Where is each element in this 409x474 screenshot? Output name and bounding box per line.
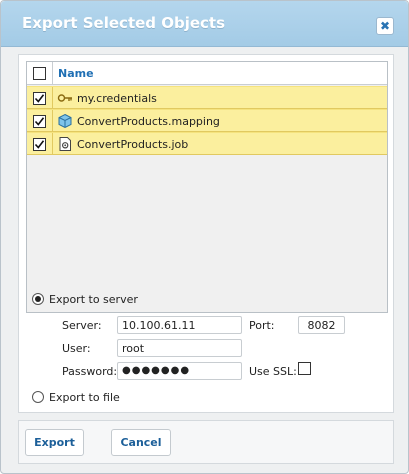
export-button[interactable]: Export bbox=[25, 429, 84, 456]
password-label: Password: bbox=[62, 365, 118, 378]
export-panel: Name my.credentials ConvertProducts.mapp… bbox=[18, 54, 394, 413]
user-input[interactable]: root bbox=[117, 339, 242, 357]
cancel-button[interactable]: Cancel bbox=[111, 429, 171, 456]
checkmark-icon bbox=[34, 140, 45, 149]
export-to-server-radio[interactable] bbox=[32, 293, 44, 305]
export-to-file-label[interactable]: Export to file bbox=[49, 391, 120, 404]
dialog-title: Export Selected Objects bbox=[22, 14, 226, 32]
checkmark-icon bbox=[34, 94, 45, 103]
server-label: Server: bbox=[62, 319, 102, 332]
close-icon[interactable]: ✖ bbox=[376, 17, 394, 35]
column-divider bbox=[52, 110, 53, 131]
grid-row[interactable]: ConvertProducts.job bbox=[27, 132, 387, 155]
use-ssl-label: Use SSL: bbox=[249, 365, 297, 378]
export-to-file-radio[interactable] bbox=[32, 391, 44, 403]
use-ssl-checkbox[interactable] bbox=[298, 362, 311, 375]
name-column-header[interactable]: Name bbox=[58, 67, 94, 80]
mapping-cube-icon bbox=[58, 113, 72, 129]
password-input[interactable]: ●●●●●●● bbox=[117, 362, 242, 380]
export-to-server-label[interactable]: Export to server bbox=[49, 293, 138, 306]
grid-row[interactable]: my.credentials bbox=[27, 86, 387, 109]
server-input[interactable]: 10.100.61.11 bbox=[117, 316, 242, 334]
column-divider bbox=[52, 62, 53, 84]
port-input[interactable]: 8082 bbox=[298, 316, 345, 334]
grid-row[interactable]: ConvertProducts.mapping bbox=[27, 109, 387, 132]
port-label: Port: bbox=[249, 319, 275, 332]
row-checkbox[interactable] bbox=[33, 115, 46, 128]
checkmark-icon bbox=[34, 117, 45, 126]
row-label: my.credentials bbox=[77, 92, 157, 105]
dialog-footer: Export Cancel bbox=[18, 420, 394, 464]
job-gear-icon bbox=[59, 137, 71, 151]
row-checkbox[interactable] bbox=[33, 92, 46, 105]
column-divider bbox=[52, 133, 53, 154]
row-label: ConvertProducts.mapping bbox=[77, 115, 220, 128]
export-dialog: Export Selected Objects ✖ Name my.creden… bbox=[0, 0, 409, 474]
title-bar: Export Selected Objects ✖ bbox=[1, 1, 408, 47]
row-label: ConvertProducts.job bbox=[77, 138, 189, 151]
column-divider bbox=[52, 87, 53, 108]
user-label: User: bbox=[62, 342, 91, 355]
key-icon bbox=[57, 94, 72, 102]
select-all-checkbox[interactable] bbox=[33, 67, 46, 80]
objects-grid: Name my.credentials ConvertProducts.mapp… bbox=[26, 61, 388, 313]
row-checkbox[interactable] bbox=[33, 138, 46, 151]
grid-header: Name bbox=[27, 62, 387, 85]
